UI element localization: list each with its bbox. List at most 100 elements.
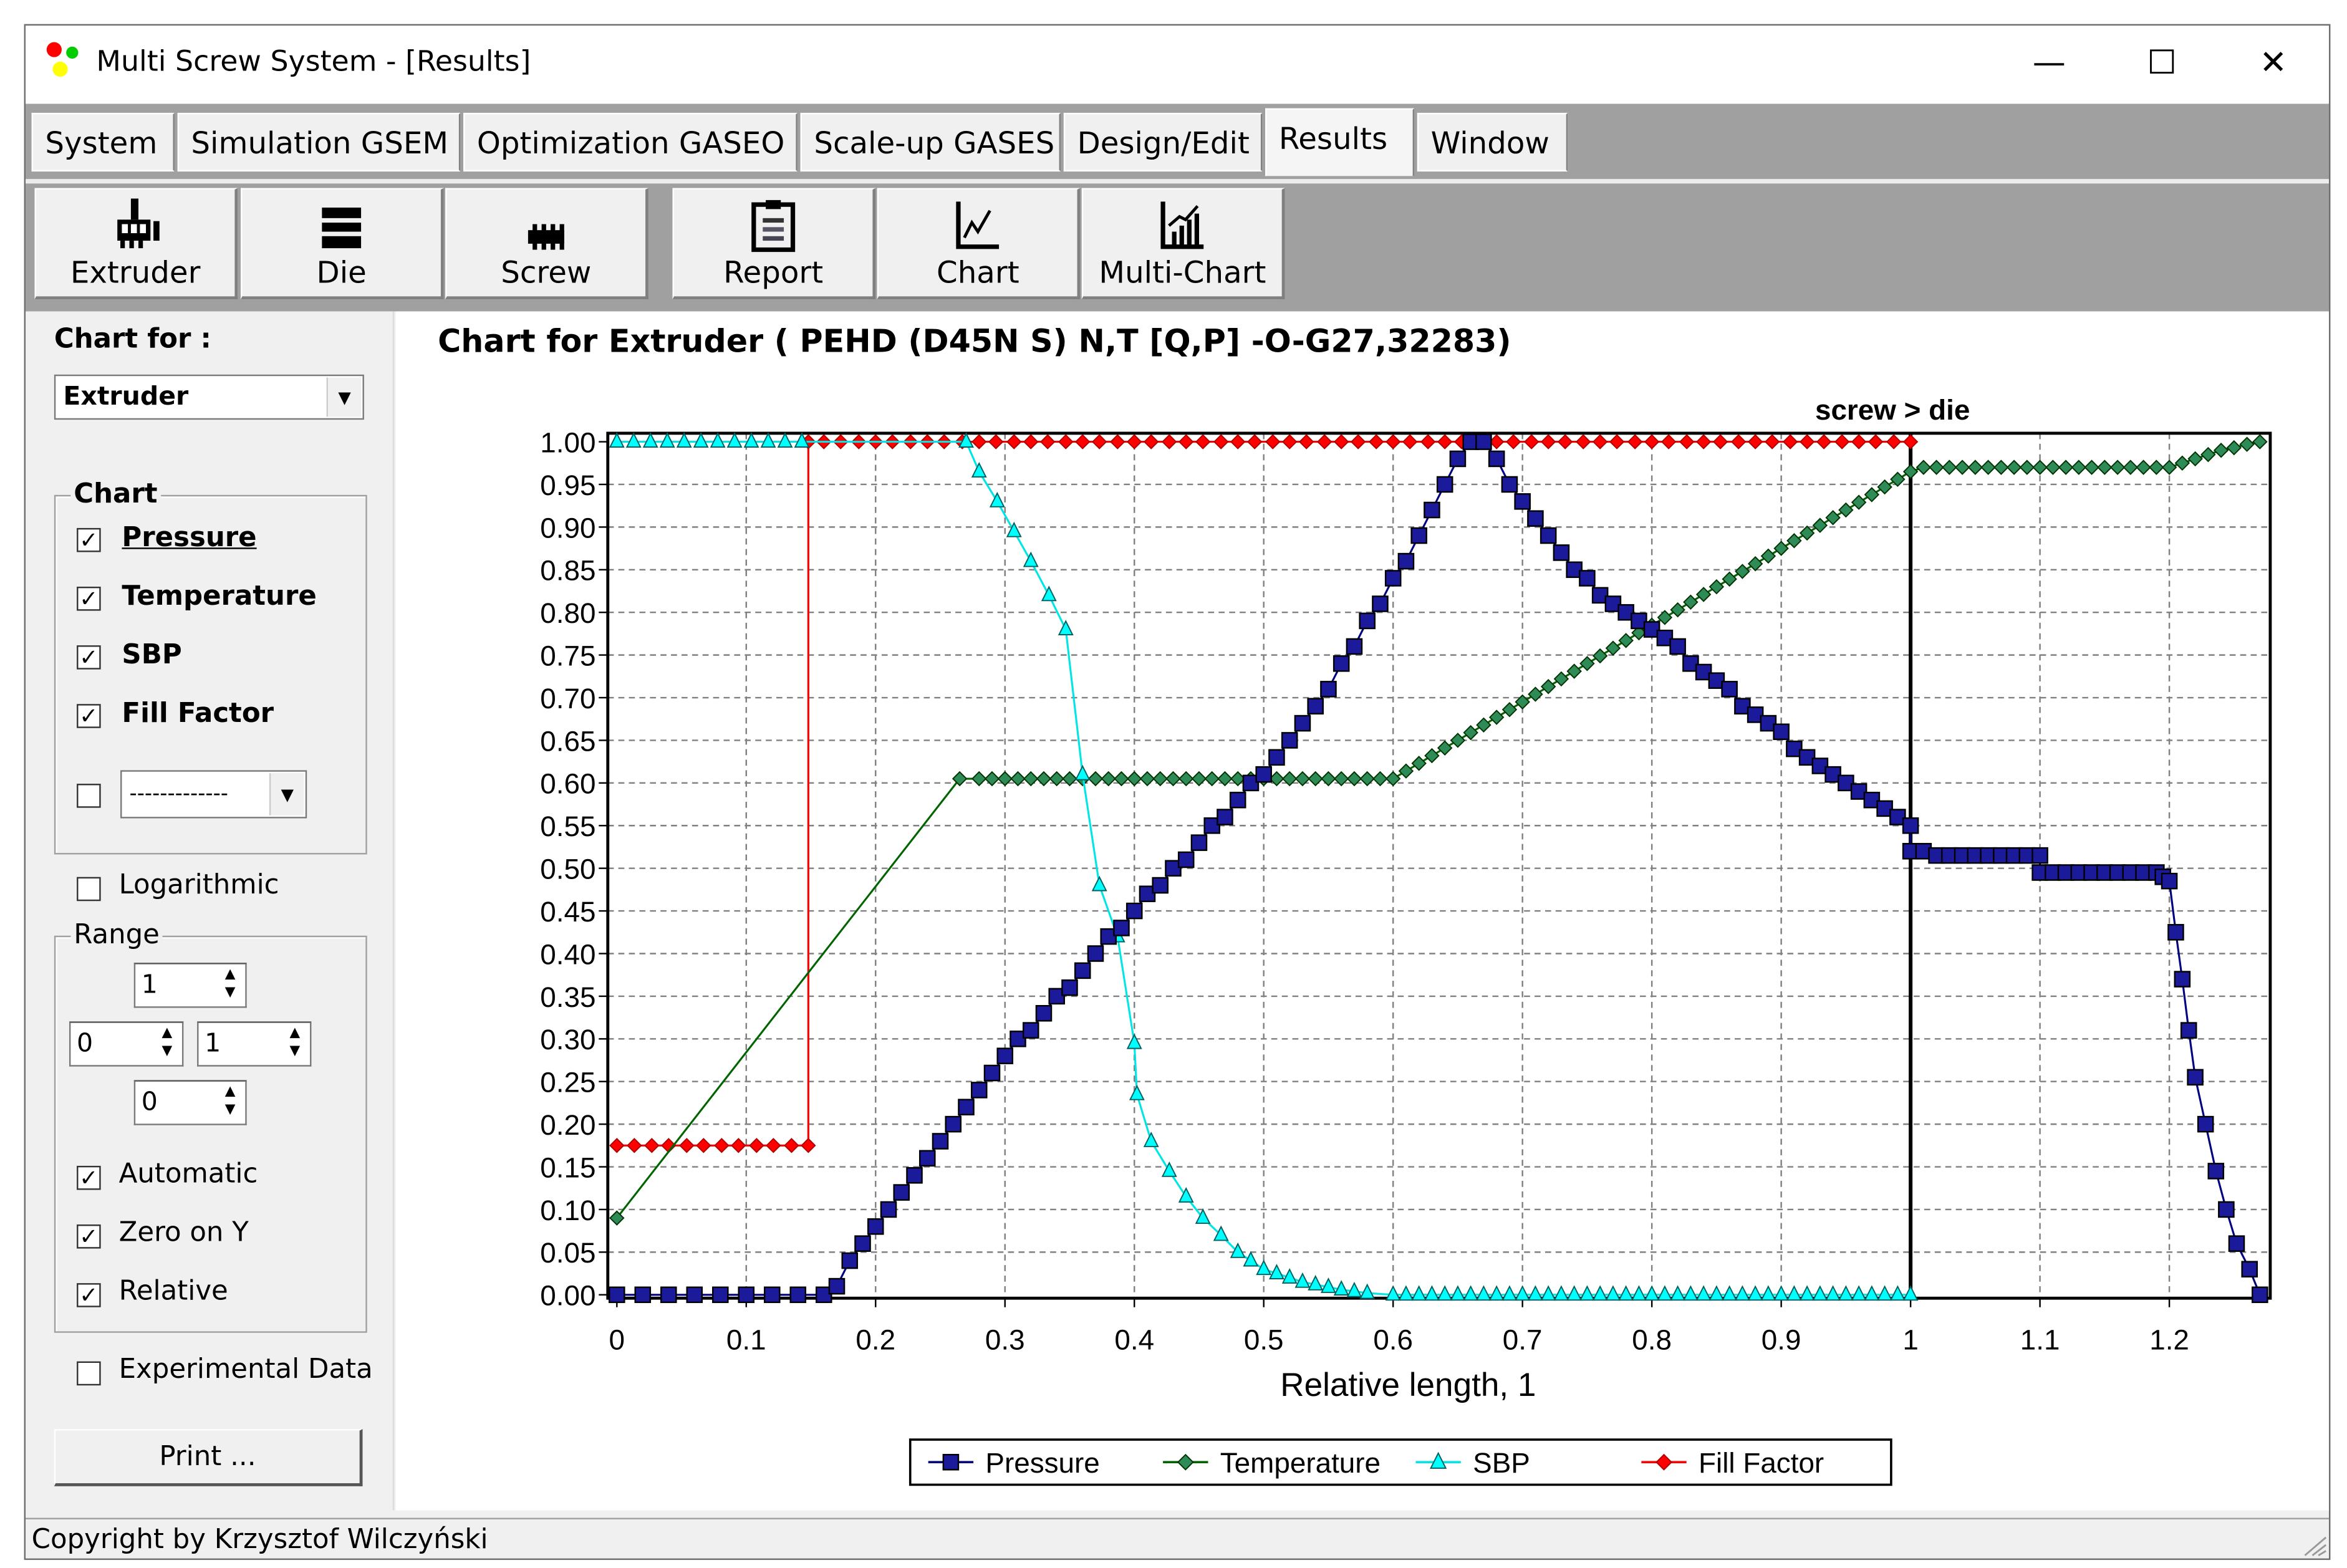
data-point <box>1385 434 1401 450</box>
logarithmic-label[interactable]: Logarithmic <box>119 870 279 902</box>
die-button[interactable]: Die <box>241 188 444 300</box>
data-point <box>1592 648 1608 664</box>
experimental-data-label[interactable]: Experimental Data <box>119 1354 373 1386</box>
data-point <box>1747 1285 1763 1301</box>
range-bottom-spinner[interactable]: 0 ▲ ▼ <box>133 1080 247 1125</box>
data-point <box>1660 434 1677 450</box>
data-point <box>710 432 726 448</box>
multi-chart-button[interactable]: Multi-Chart <box>1081 188 1285 300</box>
automatic-checkbox[interactable]: ✓ <box>77 1165 101 1190</box>
data-point <box>1321 771 1336 787</box>
spinner-arrows-icon[interactable]: ▲ ▼ <box>216 1083 243 1122</box>
data-point <box>1420 434 1436 450</box>
data-point <box>1980 459 1996 475</box>
data-point <box>1110 434 1125 450</box>
tab-results[interactable]: Results <box>1265 108 1415 176</box>
data-point <box>1058 434 1074 450</box>
data-point <box>1488 450 1505 468</box>
data-point <box>854 1235 871 1252</box>
spinner-arrows-icon[interactable]: ▲ ▼ <box>216 966 243 1005</box>
data-point <box>1734 1285 1750 1301</box>
data-point <box>1204 771 1220 787</box>
data-point <box>1501 476 1518 493</box>
minimize-button[interactable]: — <box>2004 37 2094 92</box>
extra-series-select[interactable]: ------------- ▼ <box>120 770 307 819</box>
x-tick-label: 0.7 <box>1503 1324 1543 1355</box>
extra-series-checkbox[interactable] <box>77 784 101 808</box>
data-point <box>2006 459 2022 475</box>
legend-label: Pressure <box>985 1447 1099 1479</box>
data-point <box>1255 766 1272 783</box>
data-point <box>1695 1285 1712 1301</box>
data-point <box>2213 443 2229 458</box>
tab-simulation-gsem[interactable]: Simulation GSEM <box>177 112 461 172</box>
sbp-checkbox[interactable]: ✓ <box>77 645 101 670</box>
extruder-icon <box>117 198 160 249</box>
data-point <box>971 434 987 450</box>
spinner-arrows-icon[interactable]: ▲ ▼ <box>153 1024 180 1064</box>
range-top-spinner[interactable]: 1 ▲ ▼ <box>133 963 247 1008</box>
temperature-checkbox[interactable]: ✓ <box>77 586 101 611</box>
screw-button[interactable]: Screw <box>445 188 648 300</box>
chart-for-value: Extruder <box>63 382 189 413</box>
tab-scale-up-gases[interactable]: Scale-up GASES <box>800 112 1061 172</box>
report-button[interactable]: Report <box>672 188 876 300</box>
temperature-check-label[interactable]: Temperature <box>122 580 316 612</box>
x-tick-label: 0.1 <box>726 1324 766 1355</box>
data-point <box>2097 459 2113 475</box>
chart-for-select[interactable]: Extruder ▼ <box>54 374 364 420</box>
data-point <box>1075 434 1091 450</box>
pressure-checkbox[interactable]: ✓ <box>77 527 101 552</box>
zero-on-y-label[interactable]: Zero on Y <box>119 1217 249 1249</box>
automatic-label[interactable]: Automatic <box>119 1158 258 1190</box>
fill-factor-check-label[interactable]: Fill Factor <box>122 698 274 730</box>
y-tick-label: 0.15 <box>540 1152 595 1183</box>
sbp-check-label[interactable]: SBP <box>122 639 181 671</box>
spinner-arrows-icon[interactable]: ▲ ▼ <box>281 1024 308 1064</box>
y-tick-label: 0.90 <box>540 512 595 544</box>
tab-optimization-gaseo[interactable]: Optimization GASEO <box>463 112 798 172</box>
data-point <box>918 1150 936 1167</box>
chart-button[interactable]: Chart <box>877 188 1081 300</box>
range-right-spinner[interactable]: 1 ▲ ▼ <box>197 1021 312 1067</box>
data-point <box>932 1133 949 1150</box>
data-point <box>1424 748 1440 764</box>
data-point <box>1747 434 1763 450</box>
data-point <box>1320 681 1337 698</box>
series-temperature <box>609 434 2268 1226</box>
data-point <box>1316 434 1333 450</box>
logarithmic-checkbox[interactable] <box>77 877 101 902</box>
chevron-down-icon[interactable]: ▼ <box>326 377 362 417</box>
resize-grip-icon[interactable] <box>2300 1533 2327 1557</box>
data-point <box>1397 552 1415 570</box>
data-point <box>1786 1285 1802 1301</box>
y-tick-label: 0.70 <box>540 683 595 714</box>
pressure-check-label[interactable]: Pressure <box>122 522 256 554</box>
data-point <box>1730 434 1747 450</box>
experimental-data-checkbox[interactable] <box>77 1361 101 1386</box>
tab-design-edit[interactable]: Design/Edit <box>1063 112 1263 172</box>
data-point <box>906 1166 923 1184</box>
data-point <box>609 1138 625 1153</box>
data-point <box>1035 1004 1053 1022</box>
relative-checkbox[interactable]: ✓ <box>77 1283 101 1307</box>
maximize-button[interactable]: ☐ <box>2117 37 2207 92</box>
data-point <box>679 1138 695 1153</box>
x-axis-label: Relative length, 1 <box>1280 1367 1536 1403</box>
data-point <box>1838 502 1854 518</box>
range-left-spinner[interactable]: 0 ▲ ▼ <box>69 1021 184 1067</box>
close-button[interactable]: ✕ <box>2228 37 2318 92</box>
tab-system[interactable]: System <box>31 112 175 172</box>
relative-label[interactable]: Relative <box>119 1276 228 1307</box>
data-point <box>760 432 776 448</box>
print-button[interactable]: Print ... <box>54 1429 363 1486</box>
tab-window[interactable]: Window <box>1417 112 1568 172</box>
zero-on-y-checkbox[interactable]: ✓ <box>77 1224 101 1249</box>
data-point <box>1838 1285 1854 1301</box>
data-point <box>660 1286 677 1304</box>
extruder-button[interactable]: Extruder <box>34 188 238 300</box>
data-point <box>749 1138 764 1153</box>
x-tick-label: 0.2 <box>855 1324 895 1355</box>
fill-factor-checkbox[interactable]: ✓ <box>77 704 101 728</box>
chevron-down-icon[interactable]: ▼ <box>269 773 304 815</box>
